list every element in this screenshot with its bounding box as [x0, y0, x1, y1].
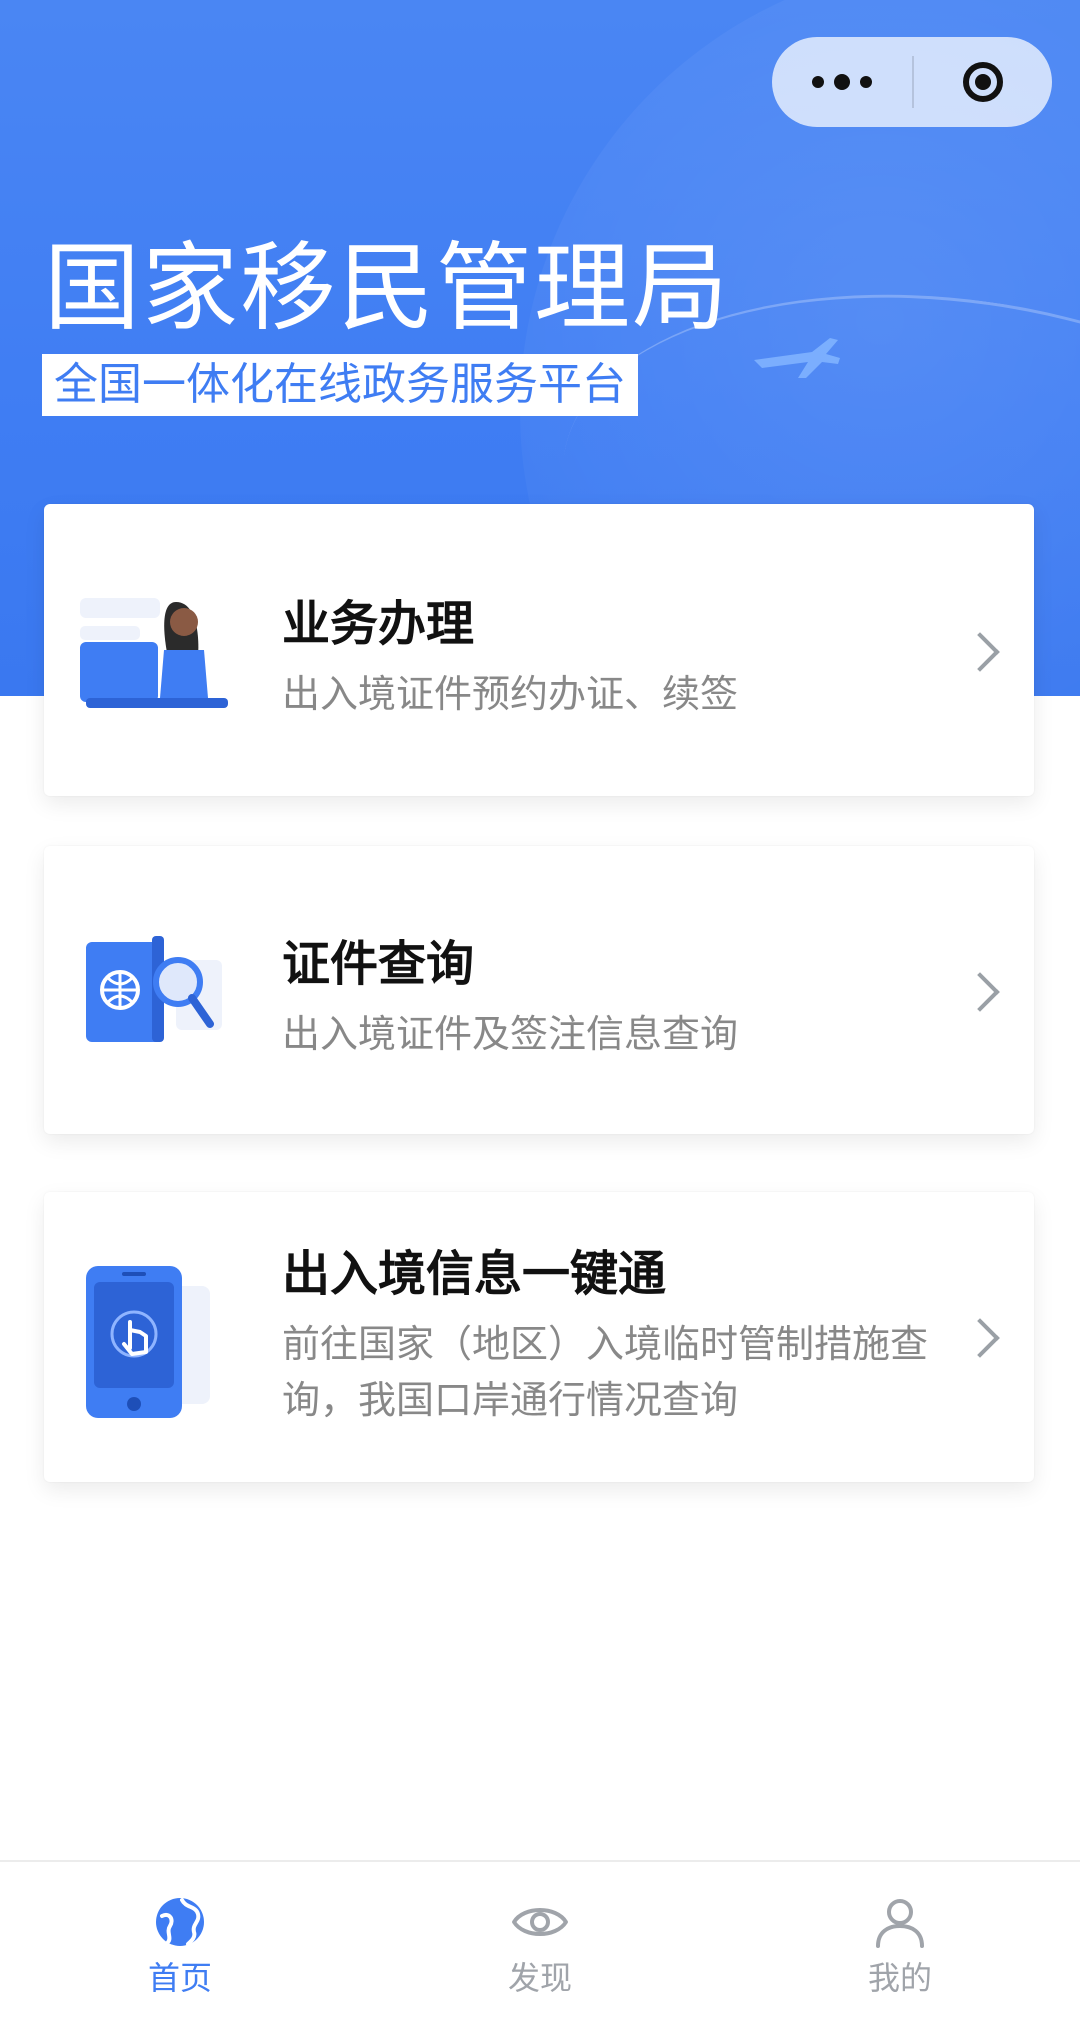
card-title: 业务办理 [282, 596, 475, 652]
chevron-right-icon [960, 1318, 1000, 1358]
user-icon [876, 1899, 924, 1948]
card-business[interactable]: 业务办理 出入境证件预约办证、续签 [44, 504, 1034, 796]
card-description: 前往国家（地区）入境临时管制措施查询，我国口岸通行情况查询 [282, 1322, 929, 1422]
tab-discover[interactable]: 发现 [360, 1862, 720, 2042]
woman-laptop-illustration [80, 598, 228, 708]
page-title: 国家移民管理局 [44, 232, 730, 344]
chevron-right-icon [960, 972, 1000, 1012]
tab-label: 发现 [507, 1959, 572, 1997]
phone-touch-illustration [86, 1266, 210, 1418]
card-title: 证件查询 [282, 936, 475, 992]
chevron-right-icon [960, 632, 1000, 672]
more-dots-icon[interactable] [772, 37, 912, 127]
page-subtitle: 全国一体化在线政务服务平台 [42, 354, 638, 416]
card-description: 出入境证件预约办证、续签 [282, 672, 739, 716]
card-title: 出入境信息一键通 [282, 1246, 667, 1302]
mini-program-capsule [772, 37, 1052, 127]
card-description: 出入境证件及签注信息查询 [282, 1012, 739, 1056]
tab-label: 我的 [867, 1959, 932, 1997]
card-certificate-query[interactable]: 证件查询 出入境证件及签注信息查询 [44, 846, 1034, 1134]
passport-search-illustration [86, 936, 222, 1042]
bottom-tab-bar: 首页 发现 我的 [0, 1860, 1080, 2042]
airplane-icon [754, 338, 840, 378]
tab-mine[interactable]: 我的 [720, 1862, 1080, 2042]
card-entry-exit-info[interactable]: 出入境信息一键通 前往国家（地区）入境临时管制措施查询，我国口岸通行情况查询 [44, 1192, 1034, 1482]
target-circle-icon[interactable] [914, 37, 1052, 127]
tab-label: 首页 [147, 1959, 212, 1997]
tab-home[interactable]: 首页 [0, 1862, 360, 2042]
globe-icon [156, 1898, 204, 1946]
eye-icon [512, 1908, 568, 1936]
